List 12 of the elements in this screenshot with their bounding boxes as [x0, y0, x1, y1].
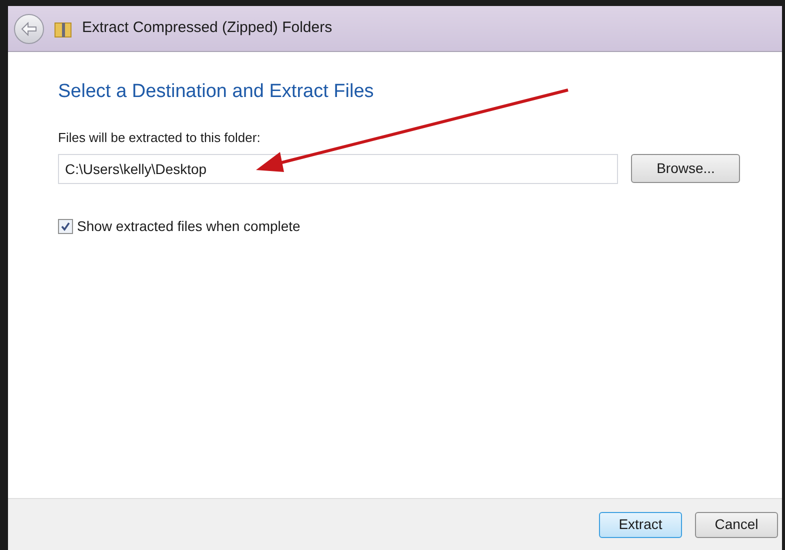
window-title: Extract Compressed (Zipped) Folders — [82, 18, 332, 38]
show-files-label: Show extracted files when complete — [77, 216, 300, 236]
show-files-checkbox[interactable] — [58, 218, 73, 234]
zipped-folder-icon — [54, 20, 72, 38]
destination-label: Files will be extracted to this folder: — [58, 129, 262, 147]
dialog-button[interactable]: Cancel — [695, 512, 778, 538]
dialog-button[interactable]: Extract — [599, 512, 682, 538]
page-heading: Select a Destination and Extract Files — [58, 80, 375, 104]
back-arrow-icon — [21, 22, 37, 36]
back-button[interactable] — [14, 14, 44, 44]
destination-field[interactable]: C:\Users\kelly\Desktop — [58, 154, 618, 184]
browse-button[interactable]: Browse... — [631, 154, 740, 183]
